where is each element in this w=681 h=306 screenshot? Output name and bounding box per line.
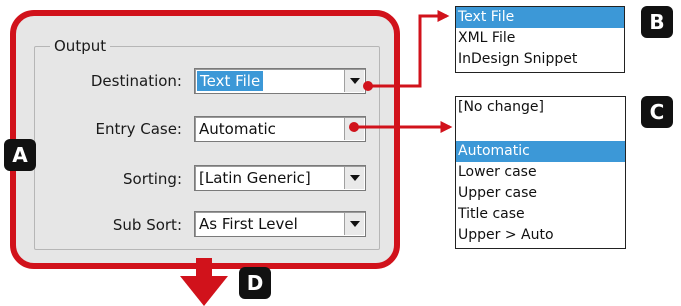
callout-b: B — [641, 6, 673, 38]
sub-sort-label: Sub Sort: — [112, 216, 182, 234]
list-item[interactable]: Title case — [456, 204, 625, 225]
list-item[interactable]: [No change] — [456, 97, 625, 118]
sorting-value: [Latin Generic] — [199, 169, 311, 187]
entry-case-label: Entry Case: — [95, 120, 182, 138]
entry-case-options-list[interactable]: Automatic Lower case Upper case Title ca… — [455, 131, 626, 249]
entry-case-value: Automatic — [199, 120, 276, 138]
list-item[interactable]: Upper > Auto — [456, 225, 625, 246]
list-item[interactable]: Automatic — [456, 141, 625, 162]
sub-sort-select[interactable]: As First Level — [194, 211, 366, 237]
list-item[interactable]: XML File — [456, 28, 624, 49]
callout-a: A — [4, 139, 36, 171]
chevron-down-icon[interactable] — [344, 167, 364, 189]
callout-c: C — [641, 96, 673, 128]
list-item[interactable]: Upper case — [456, 183, 625, 204]
destination-value: Text File — [197, 71, 264, 91]
destination-options-list[interactable]: Text File XML File InDesign Snippet — [455, 6, 625, 73]
entry-case-select[interactable]: Automatic — [194, 116, 366, 142]
connector-dot — [349, 122, 359, 132]
output-group-title: Output — [50, 37, 111, 55]
chevron-down-icon[interactable] — [344, 70, 364, 92]
chevron-down-icon[interactable] — [344, 213, 364, 235]
sub-sort-value: As First Level — [199, 215, 298, 233]
connector-dot — [363, 81, 373, 91]
list-item[interactable]: InDesign Snippet — [456, 49, 624, 70]
callout-d: D — [239, 267, 271, 299]
sorting-label: Sorting: — [123, 170, 182, 188]
list-item[interactable]: Text File — [456, 7, 624, 28]
sorting-select[interactable]: [Latin Generic] — [194, 165, 366, 191]
entry-case-top-box[interactable]: [No change] — [455, 96, 626, 132]
destination-label: Destination: — [90, 72, 182, 90]
destination-select[interactable]: Text File — [194, 68, 366, 94]
list-item[interactable]: Lower case — [456, 162, 625, 183]
